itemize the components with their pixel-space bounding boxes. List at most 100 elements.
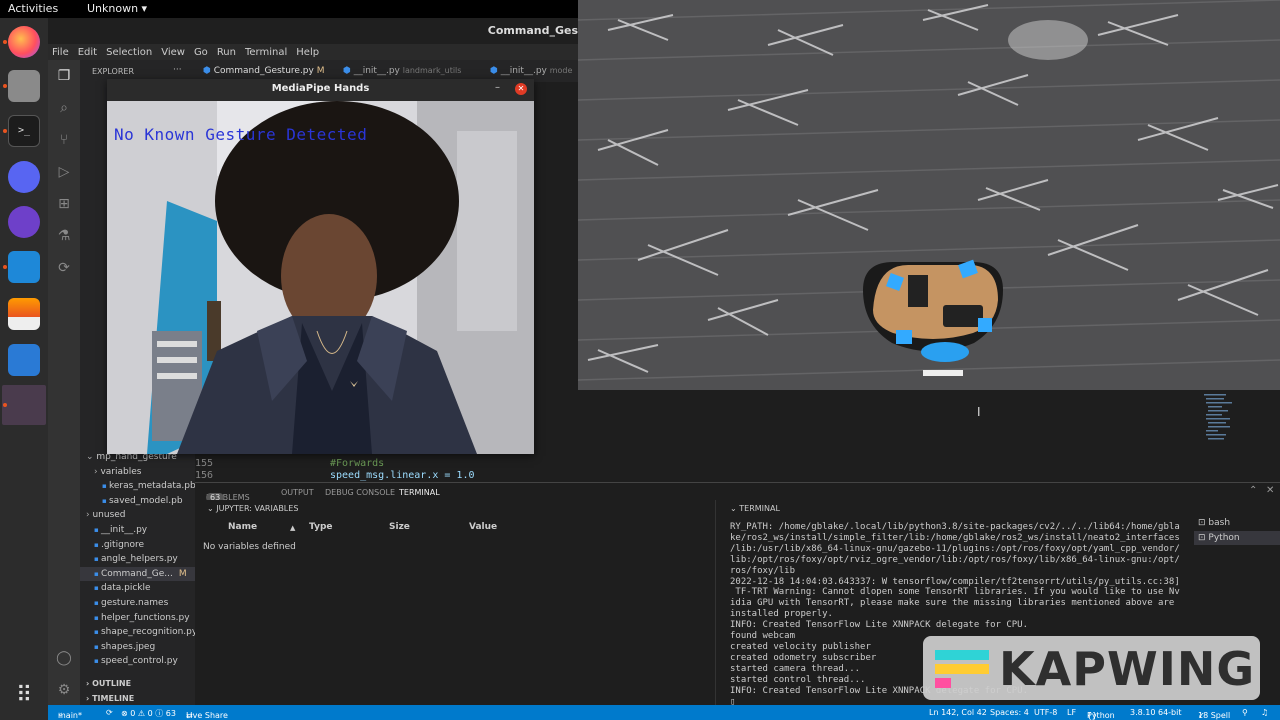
source-control-icon[interactable]: ⑂ [56,132,72,148]
file-tree-item[interactable]: ▪ shapes.jpeg [80,640,195,655]
notifications-icon[interactable]: ♫ [1261,708,1268,717]
outline-section[interactable]: › OUTLINE [86,679,131,688]
column-size[interactable]: Size [389,522,410,532]
menu-terminal[interactable]: Terminal [245,47,287,58]
file-tree-item[interactable]: ▪ helper_functions.py [80,611,195,626]
file-tree-item[interactable]: › unused [80,508,195,523]
timeline-section[interactable]: › TIMELINE [86,694,134,703]
file-tree-label: Command_Ge... [100,568,173,579]
file-tree-item[interactable]: ▪ Command_Ge... M [80,566,195,582]
python-interpreter[interactable]: 3.8.10 64-bit [1130,708,1182,717]
file-tree-item[interactable]: ▪ data.pickle [80,581,195,596]
file-icon: ▪ [102,482,109,491]
mediapipe-window[interactable]: MediaPipe Hands – ✕ No Known Gesture Det… [107,79,534,454]
file-tree-item[interactable]: ▪ __init__.py [80,523,195,538]
menu-view[interactable]: View [161,47,185,58]
app-menu[interactable]: Unknown ▾ [87,2,147,15]
cursor-position[interactable]: Ln 142, Col 42 [929,708,987,717]
file-tree-label: variables [100,466,142,477]
column-value[interactable]: Value [469,522,497,532]
running-indicator [3,129,7,133]
account-icon[interactable]: ◯ [56,650,72,666]
file-tree-item[interactable]: ▪ gesture.names [80,596,195,611]
code-editor-right[interactable] [578,390,1280,482]
robot-floor-image [578,0,1280,390]
file-tree-item[interactable]: ▪ .gitignore [80,538,195,553]
sync-icon[interactable]: ⟳ [106,708,113,717]
file-tree-item[interactable]: ▪ keras_metadata.pb [80,479,195,494]
file-tree-label: shapes.jpeg [100,641,156,652]
remote-icon[interactable]: ⟳ [56,260,72,276]
line-ending[interactable]: LF [1067,708,1076,717]
activity-bar: ❐ ⌕ ⑂ ▷ ⊞ ⚗ ⟳ ◯ ⚙ [48,60,80,705]
timeline-label: TIMELINE [92,694,135,703]
code-line: speed_msg.linear.x = 1.0 [330,470,475,481]
menu-selection[interactable]: Selection [106,47,152,58]
active-app-icon[interactable] [2,385,46,425]
desktop: Activities Unknown ▾ >_ ⠿ Command_Ges Fi… [0,0,1280,720]
writer-icon[interactable] [8,344,40,376]
settings-gear-icon[interactable]: ⚙ [56,682,72,698]
github-desktop-icon[interactable] [8,206,40,238]
more-actions-icon[interactable]: ··· [173,65,182,75]
tab-command-gesture[interactable]: ⬢ Command_Gesture.py M [203,66,325,76]
menu-edit[interactable]: Edit [78,47,97,58]
file-tree-item[interactable]: ▪ saved_model.pb [80,494,195,509]
file-tree-label: shape_recognition.py [100,627,195,638]
app-grid-icon[interactable]: ⠿ [8,680,40,712]
indentation[interactable]: Spaces: 4 [990,708,1029,717]
file-tree-item[interactable]: › variables [80,465,195,480]
terminal-item-python[interactable]: ⊡ Python [1194,531,1280,545]
terminal-item-bash[interactable]: ⊡ bash [1194,516,1280,530]
column-name[interactable]: Name [228,522,257,532]
activities-button[interactable]: Activities [8,2,58,15]
minimize-button[interactable]: – [495,82,500,93]
vscode-title-bar: Command_Ges [48,18,578,44]
explorer-icon[interactable]: ❐ [56,68,72,84]
file-icon: ▪ [94,613,101,622]
problems-indicator[interactable]: ⊗ 0 ⚠ 0 ⓘ 63 [121,708,176,719]
menu-file[interactable]: File [52,47,69,58]
text-cursor-icon: I [977,405,981,419]
webcam-image [107,101,534,454]
menu-run[interactable]: Run [217,47,236,58]
tab-output[interactable]: OUTPUT [281,488,314,497]
terminal-line: lib:/opt/ros/foxy/opt/rviz_ogre_vendor/l… [730,554,1180,565]
firefox-icon[interactable] [8,26,40,58]
file-tree-label: helper_functions.py [100,612,190,623]
terminal-icon: ⊡ [1198,533,1209,543]
file-tree-item[interactable]: ▪ shape_recognition.py [80,625,195,640]
close-panel-icon[interactable]: ✕ [1266,485,1274,496]
spell-label: 18 Spell [1198,711,1231,720]
file-icon: ▪ [94,628,101,637]
search-icon[interactable]: ⌕ [56,100,72,116]
menu-go[interactable]: Go [194,47,208,58]
window-title: Command_Ges [487,24,578,37]
extensions-icon[interactable]: ⊞ [56,196,72,212]
vscode-icon[interactable] [8,251,40,283]
maximize-panel-icon[interactable]: ⌃ [1249,485,1257,496]
tab-label: __init__.py [353,66,400,76]
testing-icon[interactable]: ⚗ [56,228,72,244]
discord-icon[interactable] [8,161,40,193]
sort-arrow-icon[interactable]: ▲ [290,524,295,532]
close-button[interactable]: ✕ [515,83,527,95]
encoding[interactable]: UTF-8 [1034,708,1057,717]
column-type[interactable]: Type [309,522,332,532]
run-debug-icon[interactable]: ▷ [56,164,72,180]
account-status-icon[interactable]: ⚲ [1242,708,1248,717]
terminal-icon[interactable]: >_ [8,115,40,147]
tab-debug-console[interactable]: DEBUG CONSOLE [325,488,395,497]
file-tree: ⌄ mp_hand_gesture › variables ▪ keras_meta… [80,450,195,669]
tab-init-landmark[interactable]: ⬢ __init__.py landmark_utils [343,66,461,76]
file-tree-item[interactable]: ▪ angle_helpers.py [80,552,195,567]
minimap[interactable] [1200,392,1236,452]
sublime-icon[interactable] [8,298,40,330]
files-icon[interactable] [8,70,40,102]
file-tree-item[interactable]: ▪ speed_control.py [80,654,195,669]
tab-path: mode [549,66,573,75]
file-tree-label: saved_model.pb [108,495,183,506]
file-tree-label: gesture.names [100,597,169,608]
tab-init-mode[interactable]: ⬢ __init__.py mode [490,66,572,76]
menu-help[interactable]: Help [296,47,319,58]
